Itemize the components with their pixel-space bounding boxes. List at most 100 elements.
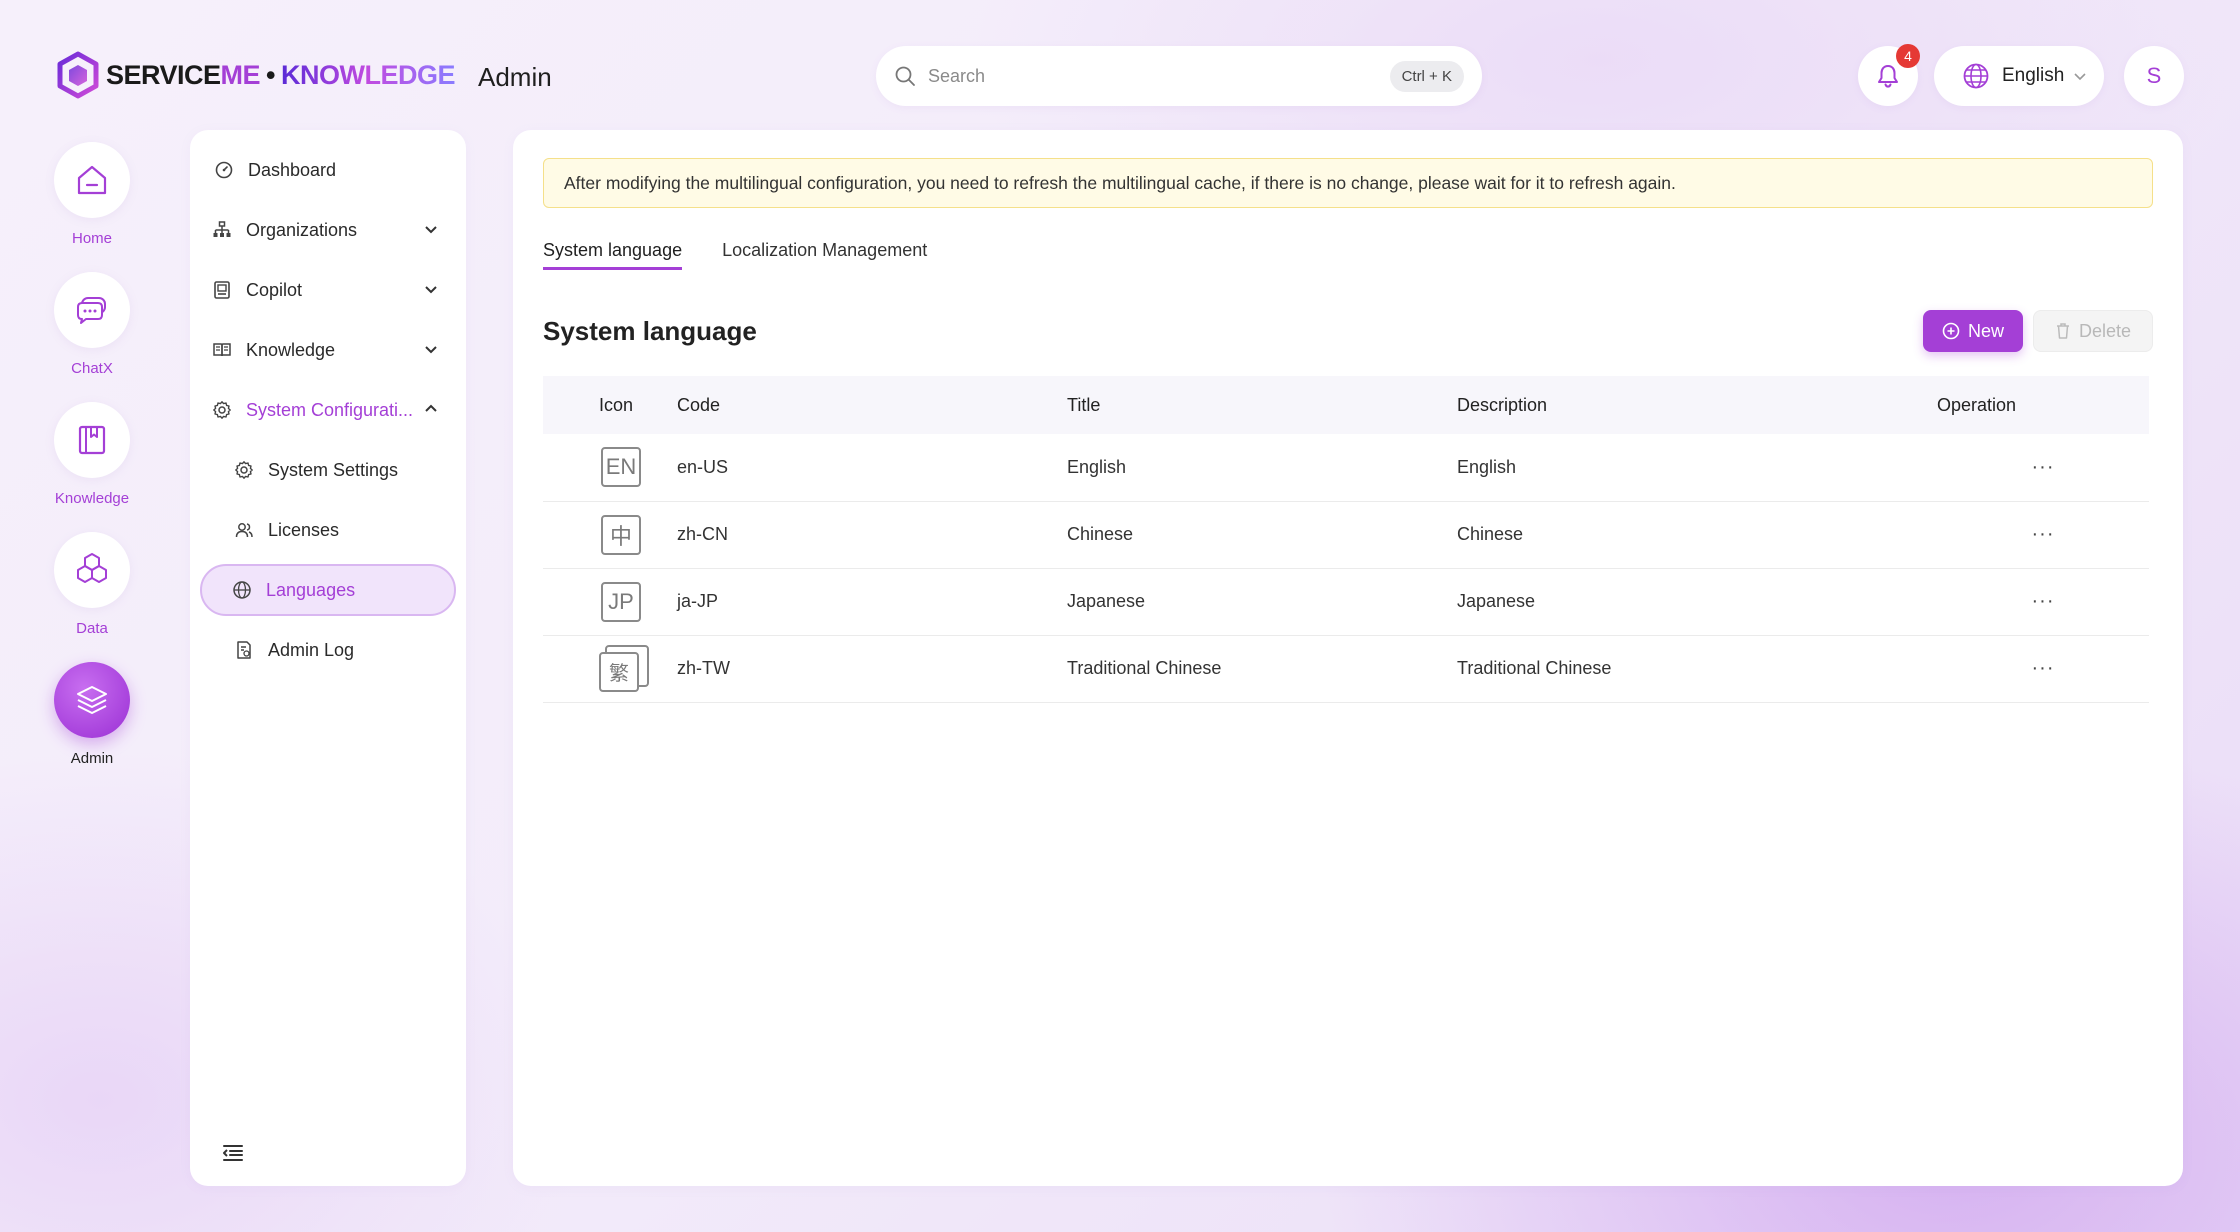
app-title: Admin	[478, 62, 552, 92]
globe-icon	[233, 581, 251, 599]
nav-item-copilot[interactable]: Copilot	[202, 264, 454, 316]
languages-table: Icon Code Title Description Operation EN…	[543, 376, 2149, 703]
nav-item-system-settings[interactable]: System Settings	[202, 444, 454, 496]
chevron-down-icon	[2074, 73, 2086, 81]
plus-circle-icon	[1942, 322, 1960, 340]
gear-icon	[235, 461, 253, 479]
language-flag-icon: 繁	[599, 644, 649, 692]
hexagons-icon	[77, 553, 107, 583]
notification-count-badge: 4	[1896, 44, 1920, 68]
logo-mark-icon	[57, 51, 99, 99]
nav-item-label: Licenses	[268, 519, 340, 540]
language-flag-icon: JP	[601, 581, 641, 622]
cell-description: English	[1457, 434, 1937, 502]
rail-label: ChatX	[71, 360, 113, 377]
section-title: System language	[543, 316, 757, 346]
rail-admin-button[interactable]	[54, 662, 130, 738]
rail-item-chatx[interactable]: ChatX	[54, 272, 130, 377]
new-button-label: New	[1967, 320, 2004, 341]
nav-item-dashboard[interactable]: Dashboard	[202, 144, 454, 196]
nav-item-system-configuration[interactable]: System Configurati...	[202, 384, 454, 436]
column-header-title[interactable]: Title	[1067, 376, 1457, 434]
tab-localization-management[interactable]: Localization Management	[722, 240, 927, 270]
rail-item-admin[interactable]: Admin	[54, 662, 130, 767]
brand-logo[interactable]: SERVICEME • KNOWLEDGE	[56, 50, 456, 100]
cell-code: en-US	[677, 434, 1067, 502]
table-row[interactable]: 繁 zh-TW Traditional Chinese Traditional …	[543, 635, 2149, 703]
nav-item-label: Languages	[266, 579, 356, 600]
rail-label: Admin	[70, 750, 114, 767]
admin-nav-panel: Dashboard Organizations Copilot Knowledg…	[190, 130, 466, 1186]
book-icon	[78, 425, 106, 455]
cell-title: Chinese	[1067, 501, 1457, 569]
rail-item-home[interactable]: Home	[54, 142, 130, 247]
row-more-actions-button[interactable]: ···	[2032, 590, 2055, 612]
language-label: English	[2002, 65, 2065, 86]
delete-button-label: Delete	[2078, 320, 2132, 341]
cell-description: Traditional Chinese	[1457, 635, 1937, 703]
rail-label: Data	[76, 620, 108, 637]
trash-icon	[2056, 323, 2069, 339]
language-flag-glyph: 繁	[599, 651, 639, 692]
chevron-down-icon	[425, 226, 437, 234]
table-row[interactable]: EN en-US English English ···	[543, 434, 2149, 502]
cell-title: Japanese	[1067, 568, 1457, 636]
logo-wordmark: SERVICEME • KNOWLEDGE	[106, 59, 456, 90]
tab-bar: System language Localization Management	[543, 240, 967, 270]
language-flag-icon: EN	[601, 447, 641, 488]
cell-code: zh-TW	[677, 635, 1067, 703]
chevron-up-icon	[425, 404, 437, 412]
users-icon	[235, 523, 253, 538]
dashboard-icon	[215, 161, 233, 179]
table-header-row: Icon Code Title Description Operation	[543, 376, 2149, 434]
nav-item-admin-log[interactable]: Admin Log	[202, 624, 454, 676]
rail-data-button[interactable]	[54, 532, 130, 608]
layers-icon	[77, 686, 107, 714]
book-open-icon	[213, 343, 231, 357]
home-icon	[77, 165, 107, 195]
shortcut-hint: Ctrl + K	[1389, 60, 1464, 92]
cell-title: English	[1067, 434, 1457, 502]
rail-home-button[interactable]	[54, 142, 130, 218]
rail-item-data[interactable]: Data	[54, 532, 130, 637]
nav-item-knowledge[interactable]: Knowledge	[202, 324, 454, 376]
delete-button[interactable]: Delete	[2033, 310, 2153, 352]
tab-system-language[interactable]: System language	[543, 240, 683, 270]
column-header-code[interactable]: Code	[677, 376, 1067, 434]
table-row[interactable]: 中 zh-CN Chinese Chinese ···	[543, 501, 2149, 569]
nav-item-label: System Settings	[268, 459, 399, 480]
cell-title: Traditional Chinese	[1067, 635, 1457, 703]
rail-knowledge-button[interactable]	[54, 402, 130, 478]
bell-icon	[1878, 65, 1898, 88]
rail-label: Home	[71, 230, 112, 247]
nav-item-languages[interactable]: Languages	[200, 564, 456, 616]
copilot-icon	[214, 281, 230, 299]
nav-item-label: Admin Log	[268, 639, 355, 660]
table-row[interactable]: JP ja-JP Japanese Japanese ···	[543, 568, 2149, 636]
column-header-description[interactable]: Description	[1457, 376, 1937, 434]
log-icon	[237, 641, 251, 659]
chat-icon	[77, 297, 106, 324]
nav-item-label: Organizations	[246, 219, 358, 240]
user-avatar[interactable]: S	[2124, 46, 2184, 106]
nav-item-licenses[interactable]: Licenses	[202, 504, 454, 556]
column-header-icon[interactable]: Icon	[543, 376, 677, 434]
search-bar[interactable]: Ctrl + K	[876, 46, 1482, 106]
chevron-down-icon	[425, 286, 437, 294]
nav-item-label: Knowledge	[246, 339, 336, 360]
row-more-actions-button[interactable]: ···	[2032, 657, 2055, 679]
row-more-actions-button[interactable]: ···	[2032, 456, 2055, 478]
nav-item-label: Copilot	[246, 279, 303, 300]
language-selector[interactable]: English	[1934, 46, 2104, 106]
nav-item-label: Dashboard	[248, 159, 337, 180]
new-button[interactable]: New	[1923, 310, 2023, 352]
rail-chatx-button[interactable]	[54, 272, 130, 348]
main-content: After modifying the multilingual configu…	[513, 130, 2183, 1186]
rail-item-knowledge[interactable]: Knowledge	[54, 402, 130, 507]
cell-description: Chinese	[1457, 501, 1937, 569]
nav-item-organizations[interactable]: Organizations	[202, 204, 454, 256]
cell-description: Japanese	[1457, 568, 1937, 636]
search-input[interactable]	[928, 65, 1390, 87]
row-more-actions-button[interactable]: ···	[2032, 523, 2055, 545]
collapse-sidebar-icon[interactable]	[220, 1140, 246, 1166]
